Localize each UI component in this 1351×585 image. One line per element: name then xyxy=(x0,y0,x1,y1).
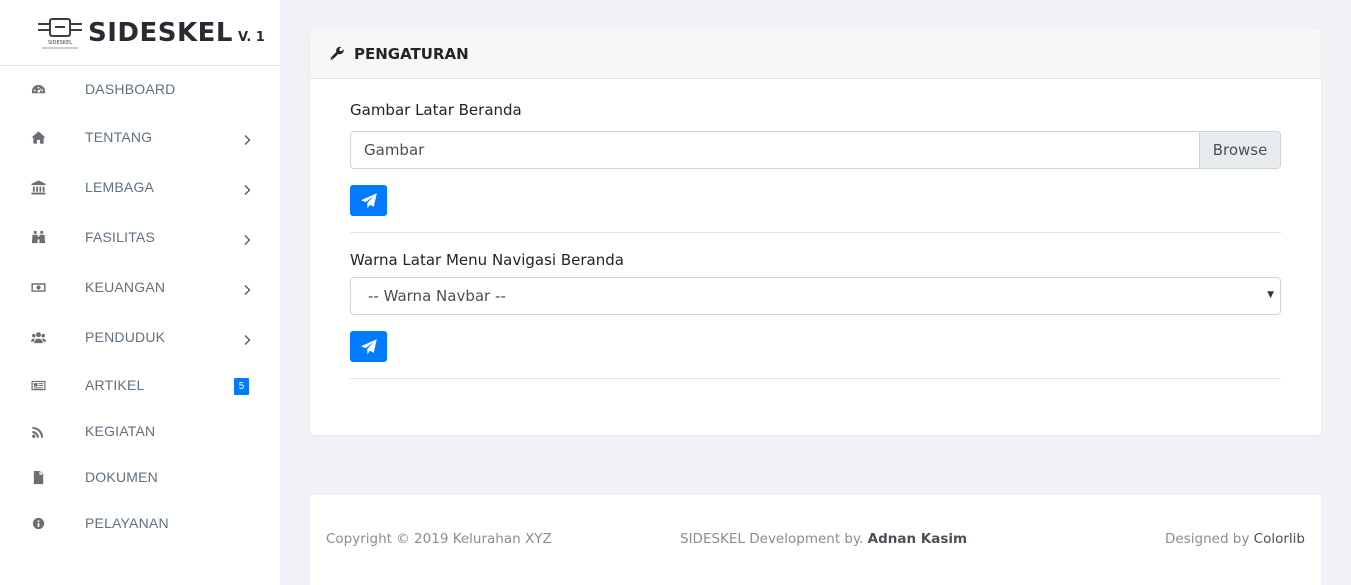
background-image-label: Gambar Latar Beranda xyxy=(350,101,522,119)
chevron-right-icon xyxy=(241,281,253,295)
sidebar-item-dokumen[interactable]: DOKUMEN xyxy=(0,459,280,495)
browse-button[interactable]: Browse xyxy=(1199,132,1280,168)
sidebar-item-label: ARTIKEL xyxy=(85,377,145,393)
paper-plane-icon xyxy=(360,192,377,208)
sidebar-item-label: TENTANG xyxy=(85,129,153,145)
card-header: PENGATURAN xyxy=(310,30,1321,79)
sidebar-item-fasilitas[interactable]: FASILITAS xyxy=(0,219,280,255)
institution-icon xyxy=(30,179,46,195)
sidebar-item-label: KEUANGAN xyxy=(85,279,166,295)
sidebar-item-keuangan[interactable]: KEUANGAN xyxy=(0,269,280,305)
sidebar-item-label: LEMBAGA xyxy=(85,179,155,195)
brand-version: V. 1 xyxy=(237,30,265,45)
sidebar-item-label: DASHBOARD xyxy=(85,81,176,97)
footer-dev-prefix: SIDESKEL Development by. xyxy=(680,531,864,547)
file-icon xyxy=(30,469,46,485)
sidebar-item-lembaga[interactable]: LEMBAGA xyxy=(0,169,280,205)
logo-small-text: SIDESKEL xyxy=(48,40,72,46)
sidebar-item-label: KEGIATAN xyxy=(85,423,156,439)
money-icon xyxy=(30,279,46,295)
footer-designed-prefix: Designed by xyxy=(1165,531,1250,547)
page-title: PENGATURAN xyxy=(354,45,469,63)
navbar-color-select[interactable]: -- Warna Navbar -- ▼ xyxy=(350,277,1281,315)
sideskel-logo-icon: SIDESKEL xyxy=(36,16,84,50)
sidebar-item-label: FASILITAS xyxy=(85,229,156,245)
brand[interactable]: SIDESKEL SIDESKEL V. 1 xyxy=(0,0,280,66)
chevron-right-icon xyxy=(241,331,253,345)
background-image-file-input[interactable]: Gambar Browse xyxy=(350,131,1281,169)
sidebar-item-label: DOKUMEN xyxy=(85,469,158,485)
binoculars-icon xyxy=(30,229,46,245)
colorlib-link[interactable]: Colorlib xyxy=(1254,531,1305,547)
info-icon xyxy=(30,515,46,531)
home-icon xyxy=(30,129,46,145)
rss-icon xyxy=(30,423,46,439)
chevron-right-icon xyxy=(241,231,253,245)
footer-designed: Designed by Colorlib xyxy=(1165,531,1305,547)
select-value: -- Warna Navbar -- xyxy=(368,287,506,305)
sidebar-item-label: PENDUDUK xyxy=(85,329,166,345)
brand-title: SIDESKEL xyxy=(88,17,233,48)
submit-image-button[interactable] xyxy=(350,185,387,216)
newspaper-icon xyxy=(30,377,46,393)
section-divider xyxy=(350,232,1281,233)
navbar-color-label: Warna Latar Menu Navigasi Beranda xyxy=(350,251,624,269)
paper-plane-icon xyxy=(360,338,377,354)
users-icon xyxy=(30,329,46,345)
caret-down-icon: ▼ xyxy=(1267,290,1274,300)
sidebar-item-label: PELAYANAN xyxy=(85,515,169,531)
footer: Copyright © 2019 Kelurahan XYZ SIDESKEL … xyxy=(310,495,1321,585)
sidebar-item-dashboard[interactable]: DASHBOARD xyxy=(0,71,280,107)
chevron-right-icon xyxy=(241,181,253,195)
section-divider xyxy=(350,378,1281,379)
file-input-placeholder: Gambar xyxy=(364,141,425,159)
sidebar-item-penduduk[interactable]: PENDUDUK xyxy=(0,319,280,355)
dashboard-icon xyxy=(30,81,46,97)
sidebar-item-pelayanan[interactable]: PELAYANAN xyxy=(0,505,280,541)
footer-copyright: Copyright © 2019 Kelurahan XYZ xyxy=(326,531,552,547)
sidebar-item-tentang[interactable]: TENTANG xyxy=(0,119,280,155)
sidebar: SIDESKEL SIDESKEL V. 1 DASHBOARD TENTANG… xyxy=(0,0,280,585)
sidebar-item-artikel[interactable]: ARTIKEL 5 xyxy=(0,367,280,403)
footer-developer: SIDESKEL Development by. Adnan Kasim xyxy=(680,531,967,547)
sidebar-item-kegiatan[interactable]: KEGIATAN xyxy=(0,413,280,449)
wrench-icon xyxy=(330,46,346,62)
submit-navbar-button[interactable] xyxy=(350,331,387,362)
artikel-count-badge: 5 xyxy=(234,378,249,395)
footer-dev-name: Adnan Kasim xyxy=(867,531,968,547)
settings-card: PENGATURAN Gambar Latar Beranda Gambar B… xyxy=(310,30,1321,435)
chevron-right-icon xyxy=(241,131,253,145)
